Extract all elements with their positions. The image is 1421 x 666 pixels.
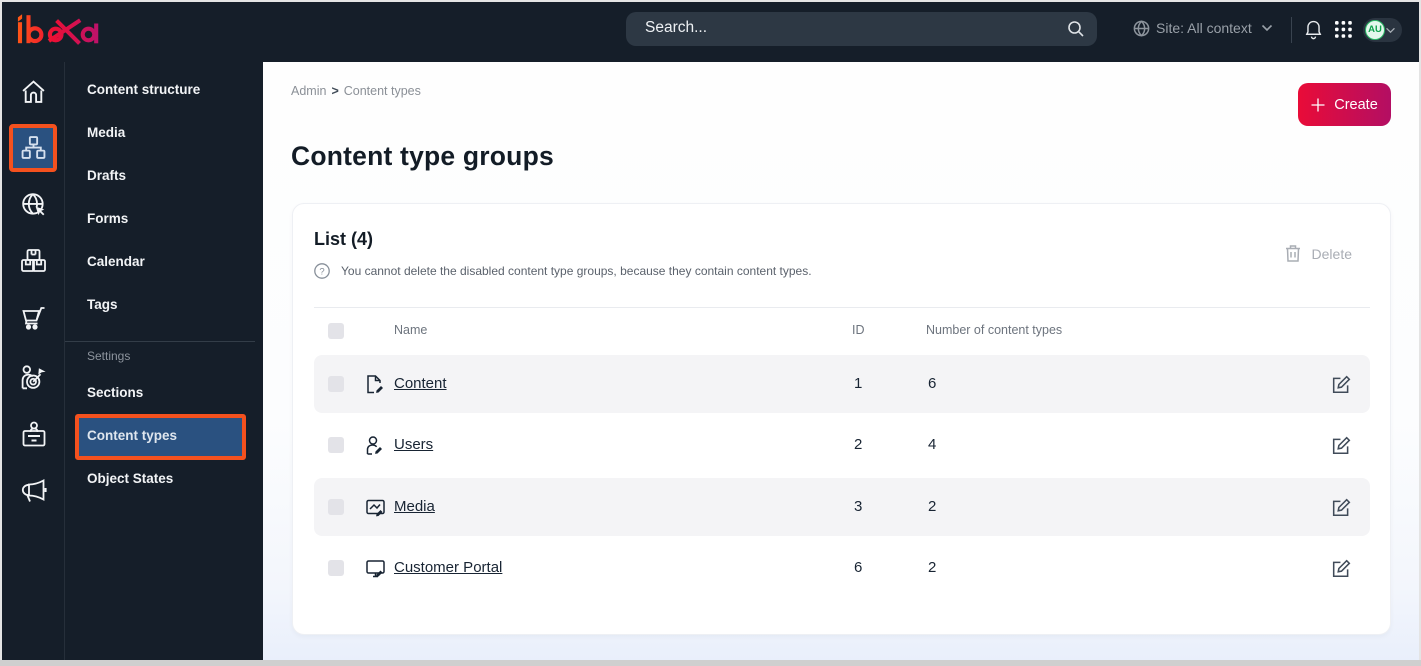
svg-text:?: ? (319, 266, 324, 277)
